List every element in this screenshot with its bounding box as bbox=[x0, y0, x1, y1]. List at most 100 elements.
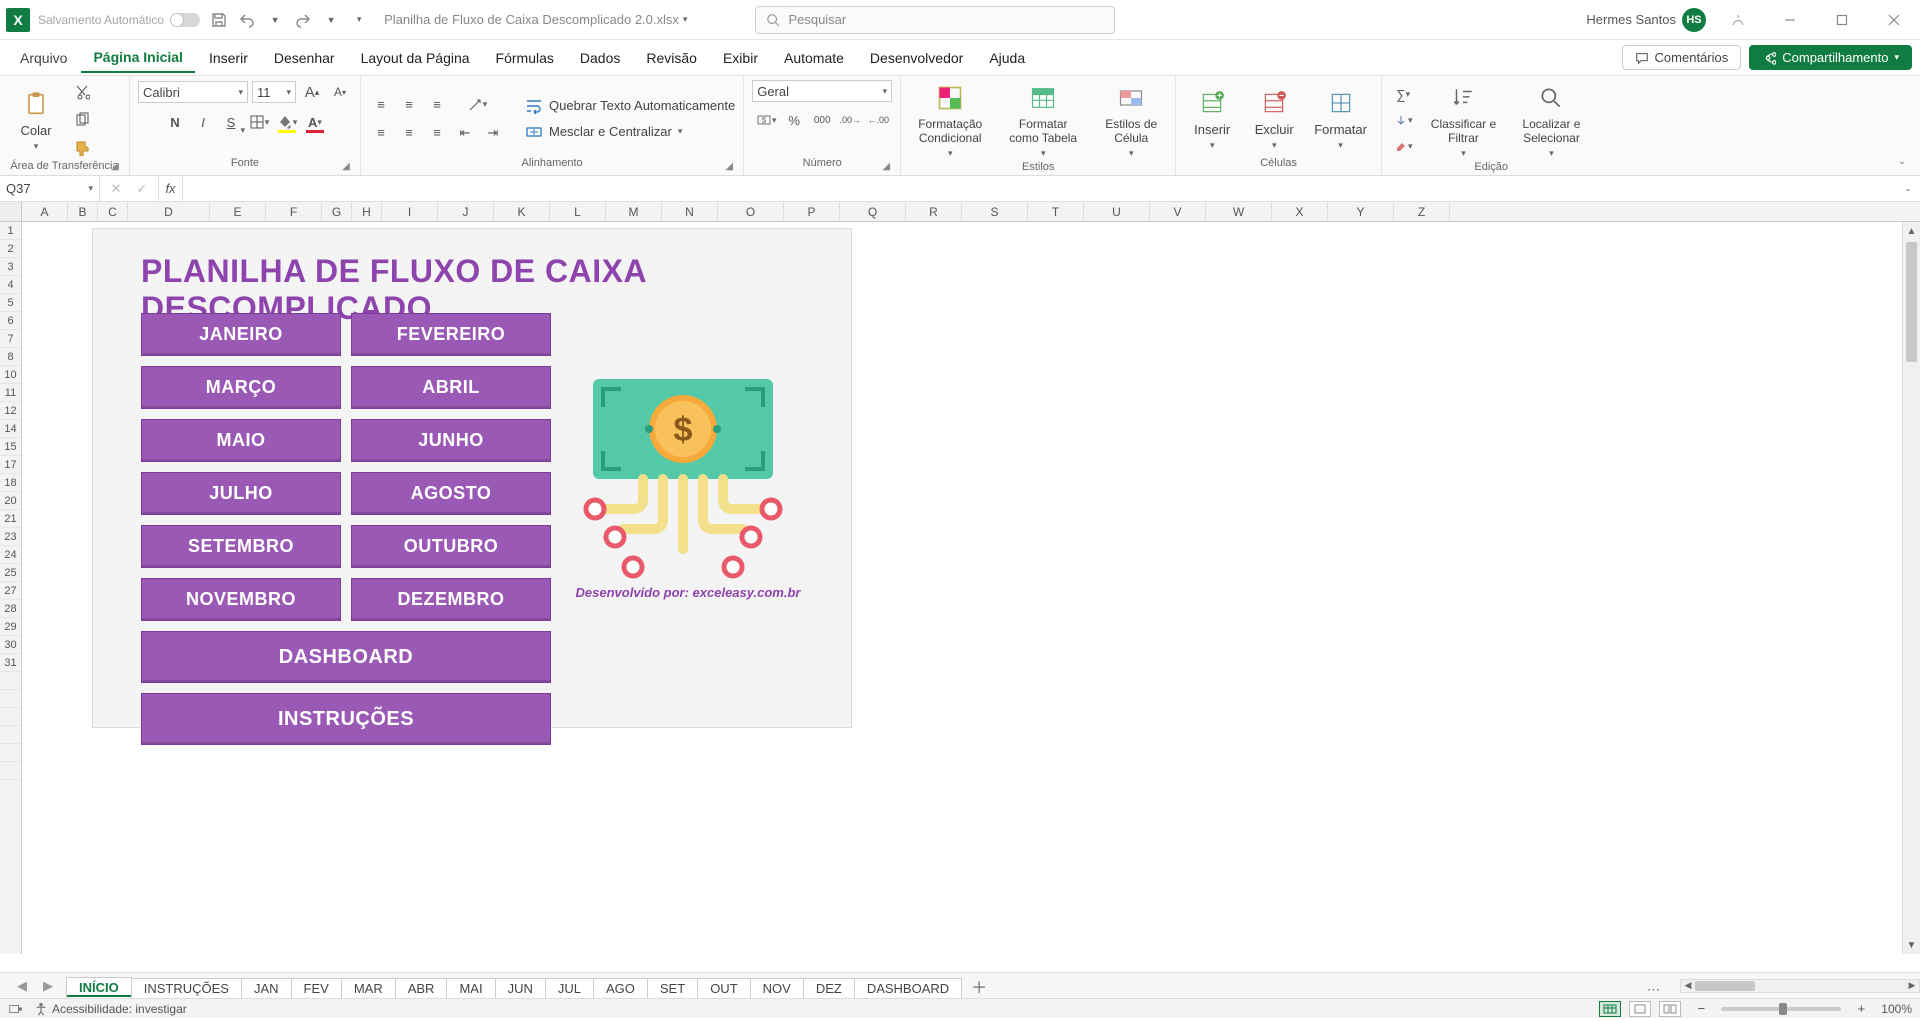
conditional-formatting-button[interactable]: Formatação Condicional▾ bbox=[909, 80, 991, 161]
column-header[interactable]: K bbox=[494, 202, 550, 221]
month-button-janeiro[interactable]: JANEIRO bbox=[141, 313, 341, 356]
formula-input[interactable] bbox=[183, 176, 1896, 201]
comments-button[interactable]: Comentários bbox=[1622, 45, 1742, 70]
sheet-tab-mai[interactable]: MAI bbox=[446, 978, 495, 998]
sheet-tab-abr[interactable]: ABR bbox=[395, 978, 448, 998]
select-all-button[interactable] bbox=[0, 202, 22, 221]
close-icon[interactable] bbox=[1874, 6, 1914, 34]
align-bottom-icon[interactable]: ≡ bbox=[425, 93, 449, 117]
column-header[interactable]: A bbox=[22, 202, 68, 221]
add-sheet-button[interactable]: ＋ bbox=[967, 974, 991, 998]
tab-scroll-right-icon[interactable]: ▶ bbox=[36, 974, 60, 998]
column-header[interactable]: R bbox=[906, 202, 962, 221]
row-header[interactable]: 28 bbox=[0, 600, 21, 618]
horizontal-scrollbar[interactable]: ◀ ▶ bbox=[1680, 979, 1920, 993]
share-button[interactable]: Compartilhamento ▾ bbox=[1749, 45, 1912, 70]
row-header[interactable] bbox=[0, 690, 21, 708]
month-button-março[interactable]: MARÇO bbox=[141, 366, 341, 409]
zoom-out-icon[interactable]: − bbox=[1689, 997, 1713, 1021]
chevron-down-icon[interactable]: ▼ bbox=[320, 9, 342, 31]
scroll-right-icon[interactable]: ▶ bbox=[1905, 980, 1919, 992]
column-header[interactable]: E bbox=[210, 202, 266, 221]
row-header[interactable]: 12 bbox=[0, 402, 21, 420]
column-header[interactable]: G bbox=[322, 202, 352, 221]
dialog-launcher-icon[interactable]: ◢ bbox=[340, 161, 352, 173]
zoom-slider[interactable] bbox=[1721, 1007, 1841, 1011]
sheet-tab-set[interactable]: SET bbox=[647, 978, 698, 998]
worksheet-grid[interactable]: 1234567810111214151718202123242527282930… bbox=[0, 222, 1920, 954]
format-as-table-button[interactable]: Formatar como Tabela▾ bbox=[997, 80, 1089, 161]
row-header[interactable]: 15 bbox=[0, 438, 21, 456]
decrease-decimal-icon[interactable]: ←.00 bbox=[866, 108, 890, 132]
fx-icon[interactable]: fx bbox=[159, 176, 183, 201]
tab-f-rmulas[interactable]: Fórmulas bbox=[484, 44, 566, 72]
column-header[interactable]: F bbox=[266, 202, 322, 221]
underline-icon[interactable]: S▾ bbox=[219, 110, 243, 134]
row-header[interactable] bbox=[0, 744, 21, 762]
month-button-outubro[interactable]: OUTUBRO bbox=[351, 525, 551, 568]
column-header[interactable]: U bbox=[1084, 202, 1150, 221]
undo-icon[interactable] bbox=[236, 9, 258, 31]
tab-p-gina-inicial[interactable]: Página Inicial bbox=[81, 43, 194, 73]
sheet-tab-jun[interactable]: JUN bbox=[495, 978, 546, 998]
sort-filter-button[interactable]: Classificar e Filtrar▾ bbox=[1422, 80, 1504, 161]
collapse-ribbon-icon[interactable]: ⌄ bbox=[1892, 151, 1912, 171]
maximize-icon[interactable] bbox=[1822, 6, 1862, 34]
column-header[interactable]: M bbox=[606, 202, 662, 221]
fill-color-icon[interactable]: ▾ bbox=[275, 110, 299, 134]
page-break-view-icon[interactable] bbox=[1659, 1001, 1681, 1017]
row-header[interactable] bbox=[0, 762, 21, 780]
merge-center-button[interactable]: Mesclar e Centralizar ▾ bbox=[525, 123, 735, 141]
tab-automate[interactable]: Automate bbox=[772, 44, 856, 72]
page-layout-view-icon[interactable] bbox=[1629, 1001, 1651, 1017]
sheet-tab-mar[interactable]: MAR bbox=[341, 978, 396, 998]
tab-desenhar[interactable]: Desenhar bbox=[262, 44, 347, 72]
vertical-scrollbar[interactable]: ▲ ▼ bbox=[1902, 222, 1920, 954]
column-header[interactable]: W bbox=[1206, 202, 1272, 221]
column-header[interactable]: B bbox=[68, 202, 98, 221]
tab-layout-da-p-gina[interactable]: Layout da Página bbox=[349, 44, 482, 72]
column-header[interactable]: L bbox=[550, 202, 606, 221]
row-header[interactable]: 6 bbox=[0, 312, 21, 330]
record-macro-icon[interactable] bbox=[8, 1002, 22, 1016]
scrollbar-thumb[interactable] bbox=[1906, 242, 1917, 362]
row-header[interactable] bbox=[0, 672, 21, 690]
row-header[interactable]: 29 bbox=[0, 618, 21, 636]
clear-icon[interactable]: ▾ bbox=[1390, 135, 1417, 159]
column-header[interactable]: S bbox=[962, 202, 1028, 221]
accounting-format-icon[interactable]: $▾ bbox=[754, 108, 778, 132]
percent-icon[interactable]: % bbox=[782, 108, 806, 132]
dialog-launcher-icon[interactable]: ◢ bbox=[723, 161, 735, 173]
row-header[interactable]: 21 bbox=[0, 510, 21, 528]
borders-icon[interactable]: ▾ bbox=[247, 110, 271, 134]
column-header[interactable]: Z bbox=[1394, 202, 1450, 221]
row-header[interactable]: 27 bbox=[0, 582, 21, 600]
column-header[interactable]: J bbox=[438, 202, 494, 221]
wrap-text-button[interactable]: Quebrar Texto Automaticamente bbox=[525, 97, 735, 115]
paste-button[interactable]: Colar ▾ bbox=[8, 86, 64, 154]
row-header[interactable]: 3 bbox=[0, 258, 21, 276]
tab-desenvolvedor[interactable]: Desenvolvedor bbox=[858, 44, 975, 72]
sheet-tab-in-cio[interactable]: INÍCIO bbox=[66, 977, 132, 999]
column-header[interactable]: H bbox=[352, 202, 382, 221]
align-left-icon[interactable]: ≡ bbox=[369, 121, 393, 145]
ribbon-mode-icon[interactable] bbox=[1718, 6, 1758, 34]
decrease-indent-icon[interactable]: ⇤ bbox=[453, 121, 477, 145]
scroll-down-icon[interactable]: ▼ bbox=[1903, 936, 1920, 954]
column-header[interactable]: D bbox=[128, 202, 210, 221]
zoom-in-icon[interactable]: + bbox=[1849, 997, 1873, 1021]
cancel-formula-icon[interactable]: ✕ bbox=[104, 177, 128, 201]
row-header[interactable]: 10 bbox=[0, 366, 21, 384]
tab-ajuda[interactable]: Ajuda bbox=[977, 44, 1037, 72]
row-header[interactable]: 11 bbox=[0, 384, 21, 402]
row-header[interactable]: 20 bbox=[0, 492, 21, 510]
cell-styles-button[interactable]: Estilos de Célula▾ bbox=[1095, 80, 1167, 161]
sheet-tab-out[interactable]: OUT bbox=[697, 978, 750, 998]
format-painter-icon[interactable] bbox=[70, 136, 94, 160]
zoom-level-label[interactable]: 100% bbox=[1881, 1002, 1912, 1016]
column-header[interactable]: T bbox=[1028, 202, 1084, 221]
row-header[interactable]: 31 bbox=[0, 654, 21, 672]
sheet-tab-ago[interactable]: AGO bbox=[593, 978, 648, 998]
dashboard-button[interactable]: DASHBOARD bbox=[141, 631, 551, 683]
month-button-abril[interactable]: ABRIL bbox=[351, 366, 551, 409]
